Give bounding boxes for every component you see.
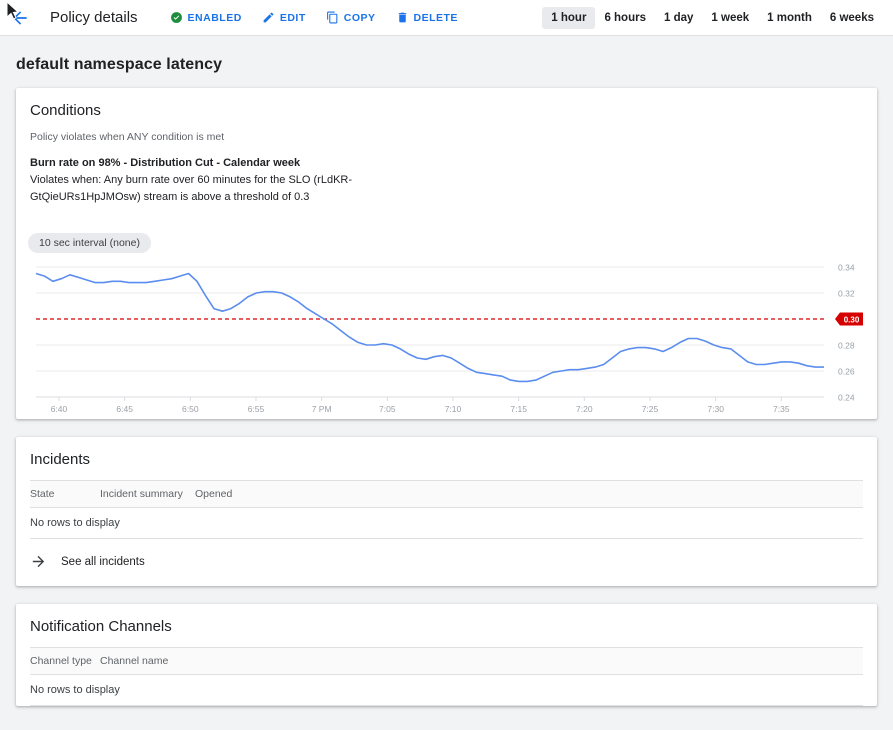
x-axis-tick-label: 7:25: [642, 404, 659, 414]
column-header-summary[interactable]: Incident summary: [100, 481, 195, 508]
see-all-incidents-link[interactable]: See all incidents: [16, 539, 877, 586]
x-axis-tick-label: 6:55: [248, 404, 265, 414]
column-header-channel-name[interactable]: Channel name: [100, 648, 863, 675]
conditions-title: Conditions: [30, 102, 863, 119]
notification-channels-title: Notification Channels: [30, 618, 863, 635]
notification-channels-card: Notification Channels Channel type Chann…: [16, 604, 877, 706]
x-axis-tick-label: 7:15: [510, 404, 527, 414]
notification-channels-empty-text: No rows to display: [30, 675, 863, 706]
interval-chip[interactable]: 10 sec interval (none): [28, 233, 151, 253]
table-row: No rows to display: [30, 675, 863, 706]
column-header-channel-type[interactable]: Channel type: [30, 648, 100, 675]
time-range-1-week[interactable]: 1 week: [702, 7, 758, 29]
check-circle-icon: [170, 11, 183, 24]
status-badge-enabled[interactable]: ENABLED: [170, 11, 242, 24]
conditions-note: Policy violates when ANY condition is me…: [30, 131, 863, 143]
edit-button[interactable]: EDIT: [262, 11, 306, 24]
conditions-content: Conditions Policy violates when ANY cond…: [16, 88, 877, 215]
latency-chart[interactable]: 0.34 0.32 0.30 0.28 0.26 0.24 6:40 6:45 6:50 6:55…: [16, 259, 877, 419]
arrow-back-icon: [10, 8, 30, 28]
column-header-opened[interactable]: Opened: [195, 481, 863, 508]
policy-name: default namespace latency: [16, 36, 877, 88]
incidents-title: Incidents: [30, 451, 863, 468]
x-axis-tick-label: 6:50: [182, 404, 199, 414]
x-axis-tick-label: 7:05: [379, 404, 396, 414]
time-range-1-hour[interactable]: 1 hour: [542, 7, 595, 29]
incidents-header: Incidents: [16, 437, 877, 468]
page-body: default namespace latency Conditions Pol…: [0, 36, 893, 730]
y-axis-tick-label: 0.26: [838, 367, 855, 377]
edit-label: EDIT: [280, 12, 306, 24]
app-bar: Policy details ENABLED EDIT COPY: [0, 0, 893, 36]
trash-icon: [396, 11, 409, 24]
x-axis-tick-label: 7:20: [576, 404, 593, 414]
table-header-row: Channel type Channel name: [30, 648, 863, 675]
threshold-badge-label: 0.30: [844, 315, 860, 324]
incidents-table-holder: State Incident summary Opened No rows to…: [16, 480, 877, 539]
series-line: [36, 274, 824, 382]
column-header-state[interactable]: State: [30, 481, 100, 508]
y-axis-tick-label: 0.28: [838, 341, 855, 351]
table-header-row: State Incident summary Opened: [30, 481, 863, 508]
time-range-1-month[interactable]: 1 month: [758, 7, 821, 29]
copy-button[interactable]: COPY: [326, 11, 376, 24]
delete-button[interactable]: DELETE: [396, 11, 458, 24]
action-bar: ENABLED EDIT COPY DELETE: [170, 11, 458, 24]
notification-channels-table-holder: Channel type Channel name No rows to dis…: [16, 647, 877, 706]
see-all-incidents-label: See all incidents: [61, 556, 145, 568]
notification-channels-table: Channel type Channel name No rows to dis…: [30, 647, 863, 706]
x-axis-tick-label: 6:45: [116, 404, 133, 414]
table-row: No rows to display: [30, 508, 863, 539]
incidents-table: State Incident summary Opened No rows to…: [30, 480, 863, 539]
condition-description: Violates when: Any burn rate over 60 min…: [30, 172, 450, 205]
notification-channels-header: Notification Channels: [16, 604, 877, 635]
incidents-card: Incidents State Incident summary Opened …: [16, 437, 877, 586]
time-range-6-hours[interactable]: 6 hours: [595, 7, 655, 29]
enabled-label: ENABLED: [188, 12, 242, 24]
copy-icon: [326, 11, 339, 24]
y-axis-tick-label: 0.24: [838, 393, 855, 403]
x-axis-tick-label: 7 PM: [312, 404, 332, 414]
time-range-selector: 1 hour 6 hours 1 day 1 week 1 month 6 we…: [542, 7, 883, 29]
y-axis-tick-label: 0.32: [838, 289, 855, 299]
documentation-section: Documentation No documentation configure…: [16, 724, 877, 730]
x-axis-tick-label: 7:10: [445, 404, 462, 414]
pencil-icon: [262, 11, 275, 24]
x-axis-tick-label: 7:30: [707, 404, 724, 414]
conditions-card: Conditions Policy violates when ANY cond…: [16, 88, 877, 419]
x-axis-tick-label: 6:40: [51, 404, 68, 414]
condition-name: Burn rate on 98% - Distribution Cut - Ca…: [30, 157, 863, 169]
x-axis-tick-label: 7:35: [773, 404, 790, 414]
time-range-1-day[interactable]: 1 day: [655, 7, 702, 29]
documentation-title: Documentation: [16, 724, 877, 730]
page-title: Policy details: [50, 9, 138, 26]
back-button[interactable]: [8, 6, 32, 30]
delete-label: DELETE: [414, 12, 458, 24]
time-range-6-weeks[interactable]: 6 weeks: [821, 7, 883, 29]
copy-label: COPY: [344, 12, 376, 24]
y-axis-tick-label: 0.34: [838, 263, 855, 273]
arrow-forward-icon: [30, 553, 47, 570]
chart-svg: 0.34 0.32 0.30 0.28 0.26 0.24 6:40 6:45 6:50 6:55…: [16, 259, 877, 419]
incidents-empty-text: No rows to display: [30, 508, 863, 539]
